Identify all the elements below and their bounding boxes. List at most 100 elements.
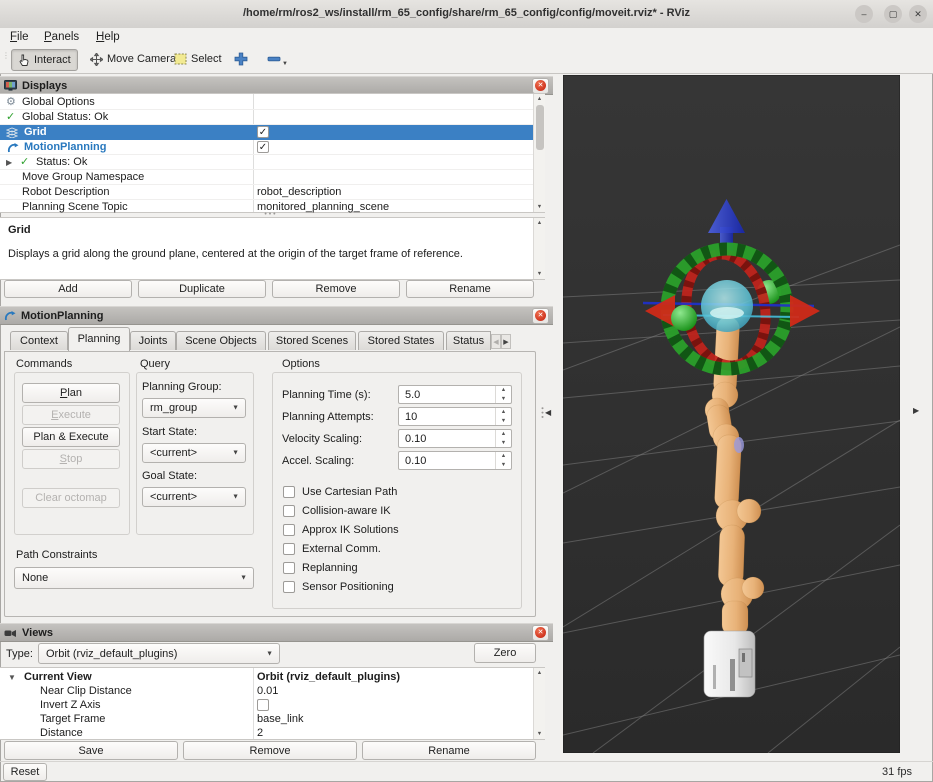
tab-planning[interactable]: Planning <box>68 327 130 351</box>
spin-down-icon[interactable]: ▼ <box>501 396 506 402</box>
row-value[interactable]: robot_description <box>257 185 341 200</box>
approx-ik-solutions-checkbox[interactable] <box>283 524 295 536</box>
add-display-button[interactable]: Add <box>4 280 132 298</box>
collision-aware-ik-checkbox[interactable] <box>283 505 295 517</box>
scroll-up-icon[interactable]: ▲ <box>534 94 545 104</box>
expander-right-icon[interactable]: ▶ <box>6 155 12 170</box>
viewport-splitter-handle[interactable]: • • • <box>536 398 545 428</box>
sensor-positioning-checkbox[interactable] <box>283 581 295 593</box>
menu-help[interactable]: Help <box>96 30 120 45</box>
spin-up-icon[interactable]: ▲ <box>501 387 506 393</box>
use-cartesian-path-checkbox[interactable] <box>283 486 295 498</box>
marker-center-sphere[interactable] <box>701 280 753 332</box>
tree-row-invert-z-axis[interactable]: Invert Z Axis <box>0 698 533 713</box>
scroll-down-icon[interactable]: ▼ <box>534 269 545 279</box>
rename-view-button[interactable]: Rename <box>362 741 536 760</box>
marker-green-handle-left[interactable] <box>671 305 697 331</box>
row-value[interactable]: 0.01 <box>257 684 278 699</box>
description-scrollbar[interactable]: ▲ ▼ <box>533 218 545 279</box>
tree-row-motionplanning[interactable]: MotionPlanning ✓ <box>0 140 533 155</box>
dropdown-arrow-icon: ▼ <box>232 404 239 412</box>
row-value[interactable]: base_link <box>257 712 303 727</box>
tab-stored-states[interactable]: Stored States <box>358 331 444 350</box>
stop-button[interactable]: Stop <box>22 449 120 469</box>
rename-display-button[interactable]: Rename <box>406 280 534 298</box>
views-close-button[interactable]: ✕ <box>532 624 549 641</box>
close-window-icon[interactable]: ✕ <box>909 5 927 23</box>
tree-row-move-group-namespace[interactable]: Move Group Namespace <box>0 170 533 185</box>
remove-display-button[interactable]: Remove <box>272 280 400 298</box>
collapse-right-icon[interactable]: ▶ <box>913 406 919 415</box>
planning-time-spinbox[interactable]: 5.0 ▲ ▼ <box>398 385 512 404</box>
select-tool-button[interactable]: Select <box>168 49 228 69</box>
tab-scroll-right-icon[interactable]: ▶ <box>501 334 511 349</box>
planning-group-dropdown[interactable]: rm_group ▼ <box>142 398 246 418</box>
spin-up-icon[interactable]: ▲ <box>501 453 506 459</box>
displays-close-button[interactable]: ✕ <box>532 77 549 94</box>
views-tree-scrollbar[interactable]: ▲ ▼ <box>533 668 545 739</box>
execute-button[interactable]: Execute <box>22 405 120 425</box>
tree-row-near-clip-distance[interactable]: Near Clip Distance 0.01 <box>0 684 533 699</box>
tab-stored-scenes[interactable]: Stored Scenes <box>268 331 356 350</box>
tree-row-global-options[interactable]: ⚙ Global Options <box>0 95 533 110</box>
tab-scene-objects[interactable]: Scene Objects <box>176 331 266 350</box>
tab-scroll-left-icon[interactable]: ◀ <box>491 334 501 349</box>
menu-file[interactable]: File <box>10 30 29 45</box>
spin-down-icon[interactable]: ▼ <box>501 418 506 424</box>
scroll-up-icon[interactable]: ▲ <box>534 218 545 228</box>
spin-up-icon[interactable]: ▲ <box>501 409 506 415</box>
3d-viewport[interactable] <box>563 75 900 753</box>
motionplanning-enabled-checkbox[interactable]: ✓ <box>257 141 269 153</box>
tree-row-current-view[interactable]: ▼ Current View Orbit (rviz_default_plugi… <box>0 670 533 685</box>
tree-row-target-frame[interactable]: Target Frame base_link <box>0 712 533 727</box>
accel-scaling-spinbox[interactable]: 0.10 ▲ ▼ <box>398 451 512 470</box>
tab-status[interactable]: Status <box>446 331 491 350</box>
tree-row-grid[interactable]: Grid ✓ <box>0 125 533 140</box>
spin-up-icon[interactable]: ▲ <box>501 431 506 437</box>
zero-view-button[interactable]: Zero <box>474 643 536 663</box>
interact-tool-button[interactable]: Interact <box>11 49 78 71</box>
tree-row-status-ok[interactable]: ▶ ✓ Status: Ok <box>0 155 533 170</box>
add-tool-button[interactable] <box>228 49 254 69</box>
collapse-left-icon[interactable]: ◀ <box>545 408 551 417</box>
titlebar[interactable]: /home/rm/ros2_ws/install/rm_65_config/sh… <box>0 0 933 29</box>
motionplanning-close-button[interactable]: ✕ <box>532 307 549 324</box>
duplicate-display-button[interactable]: Duplicate <box>138 280 266 298</box>
motionplanning-panel-header[interactable]: MotionPlanning ✕ <box>0 306 553 325</box>
displays-tree-scrollbar[interactable]: ▲ ▼ <box>533 94 545 212</box>
tree-row-distance[interactable]: Distance 2 <box>0 726 533 741</box>
invert-z-axis-checkbox[interactable] <box>257 699 269 711</box>
start-state-dropdown[interactable]: <current> ▼ <box>142 443 246 463</box>
goal-state-dropdown[interactable]: <current> ▼ <box>142 487 246 507</box>
grid-enabled-checkbox[interactable]: ✓ <box>257 126 269 138</box>
tree-row-global-status[interactable]: ✓ Global Status: Ok <box>0 110 533 125</box>
plan-and-execute-button[interactable]: Plan & Execute <box>22 427 120 447</box>
save-view-button[interactable]: Save <box>4 741 178 760</box>
tab-context[interactable]: Context <box>10 331 68 350</box>
scroll-up-icon[interactable]: ▲ <box>534 668 545 678</box>
scroll-down-icon[interactable]: ▼ <box>534 729 545 739</box>
scroll-down-icon[interactable]: ▼ <box>534 202 545 212</box>
tab-joints[interactable]: Joints <box>130 331 176 350</box>
row-value[interactable]: 2 <box>257 726 263 741</box>
velocity-scaling-spinbox[interactable]: 0.10 ▲ ▼ <box>398 429 512 448</box>
views-panel-header[interactable]: Views ✕ <box>0 623 553 642</box>
maximize-icon[interactable]: ▢ <box>884 5 902 23</box>
external-comm-checkbox[interactable] <box>283 543 295 555</box>
spin-down-icon[interactable]: ▼ <box>501 462 506 468</box>
spin-down-icon[interactable]: ▼ <box>501 440 506 446</box>
view-type-dropdown[interactable]: Orbit (rviz_default_plugins) ▼ <box>38 643 280 664</box>
reset-button[interactable]: Reset <box>3 763 47 781</box>
path-constraints-dropdown[interactable]: None ▼ <box>14 567 254 589</box>
planning-attempts-spinbox[interactable]: 10 ▲ ▼ <box>398 407 512 426</box>
minimize-icon[interactable]: – <box>855 5 873 23</box>
clear-octomap-button[interactable]: Clear octomap <box>22 488 120 508</box>
tree-row-robot-description[interactable]: Robot Description robot_description <box>0 185 533 200</box>
menu-panels[interactable]: Panels <box>44 30 79 45</box>
tool-dropdown-arrow-icon[interactable]: ▼ <box>282 61 288 67</box>
replanning-checkbox[interactable] <box>283 562 295 574</box>
plan-button[interactable]: Plan <box>22 383 120 403</box>
expander-down-icon[interactable]: ▼ <box>8 670 16 685</box>
scrollbar-thumb[interactable] <box>536 105 544 150</box>
remove-view-button[interactable]: Remove <box>183 741 357 760</box>
